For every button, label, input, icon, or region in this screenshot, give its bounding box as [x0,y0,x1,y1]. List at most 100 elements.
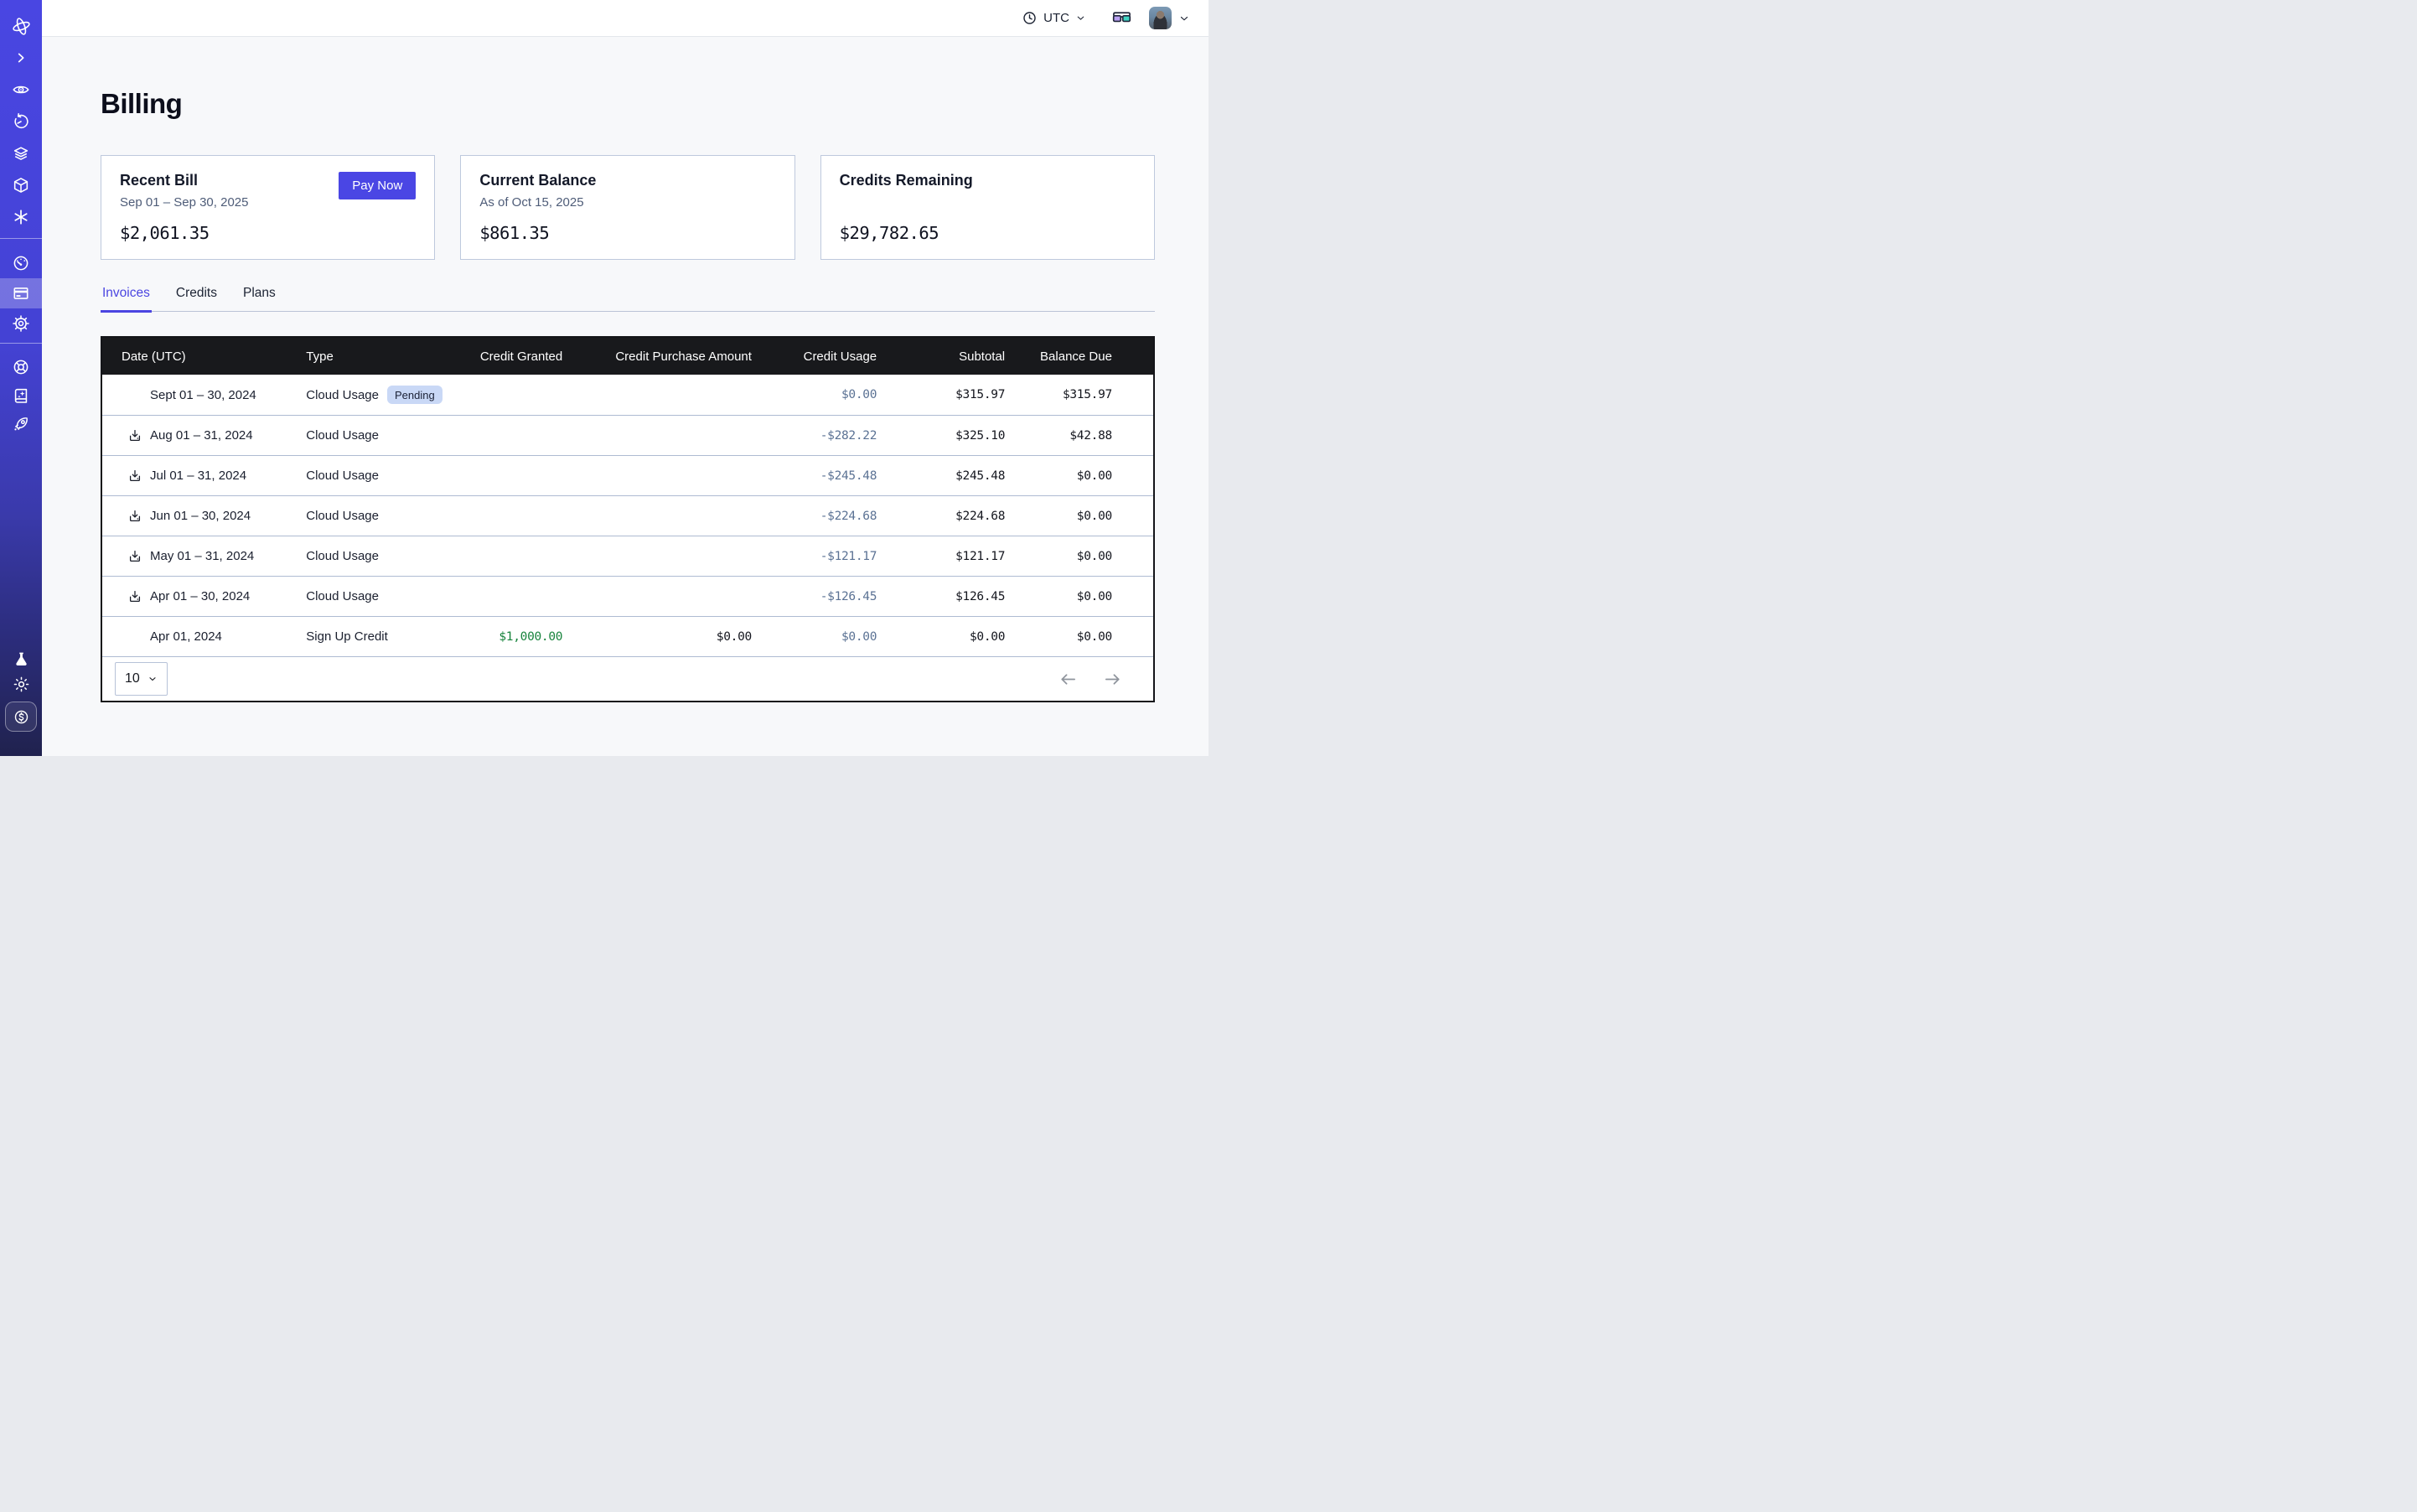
download-invoice-button[interactable] [127,469,142,484]
sidebar-item-asterisk[interactable] [0,201,42,233]
download-invoice-button[interactable] [127,589,142,604]
credit-usage-value: $0.00 [752,630,877,644]
credit-usage-value: -$121.17 [752,550,877,563]
invoice-period: Aug 01 – 31, 2024 [150,428,253,443]
balance-due-value: $0.00 [1005,469,1153,483]
date-icon-spacer [127,387,142,402]
column-header-balance-due: Balance Due [1005,350,1153,364]
invoice-period: Jul 01 – 31, 2024 [150,469,246,483]
box-icon [12,176,30,194]
subtotal-value: $325.10 [877,429,1005,443]
sidebar-item-labs[interactable] [0,646,42,671]
invoice-type: Cloud Usage [306,549,379,563]
credits-sub-placeholder [840,195,1136,210]
download-invoice-button[interactable] [127,549,142,564]
main-content: Billing Recent Bill Sep 01 – Sep 30, 202… [42,37,1208,756]
sun-icon [13,676,30,693]
invoice-type: Cloud Usage [306,469,379,483]
sidebar-item-credits[interactable] [5,702,37,732]
timezone-label: UTC [1043,11,1069,25]
pay-now-button[interactable]: Pay Now [339,172,416,199]
sidebar-item-support[interactable] [0,353,42,381]
chevron-down-icon [1075,13,1086,23]
sidebar-item-billing[interactable] [0,278,42,308]
next-page-button[interactable] [1103,670,1122,689]
credit-usage-value: -$224.68 [752,510,877,523]
credit-granted-value: $1,000.00 [453,630,562,644]
previous-page-button[interactable] [1058,670,1078,689]
download-invoice-button[interactable] [127,428,142,443]
gear-icon [12,314,30,333]
invoice-period: Apr 01 – 30, 2024 [150,589,250,603]
sidebar-item-quickstart[interactable] [0,410,42,438]
arrow-left-icon [1058,670,1078,689]
sidebar-divider [0,343,42,344]
card-title: Credits Remaining [840,172,1136,189]
invoice-period: Sept 01 – 30, 2024 [150,388,256,402]
table-header: Date (UTC) Type Credit Granted Credit Pu… [102,338,1153,375]
page-size-select[interactable]: 10 [115,662,168,696]
layers-icon [12,144,30,163]
credit-usage-value: -$282.22 [752,429,877,443]
invoice-period: Apr 01, 2024 [150,629,222,644]
subtotal-value: $245.48 [877,469,1005,483]
table-row: May 01 – 31, 2024 Cloud Usage -$121.17 $… [102,536,1153,576]
credits-remaining-card: Credits Remaining $29,782.65 [820,155,1155,260]
billing-page: UTC Billing Recent Bill Sep 01 – [0,0,1208,756]
page-size-value: 10 [125,671,140,686]
credit-purchase-value: $0.00 [562,630,752,644]
sidebar-item-collapse[interactable] [0,42,42,74]
chevron-down-icon [148,674,158,684]
sidebar-item-observability[interactable] [0,74,42,106]
sidebar-item-history[interactable] [0,106,42,137]
glasses-icon [1111,8,1132,28]
column-header-type: Type [306,350,453,364]
card-title: Current Balance [479,172,775,189]
sidebar-item-usage-dashboard[interactable] [0,248,42,278]
page-title: Billing [101,87,1155,121]
rocket-icon [12,415,30,433]
billing-tabs: Invoices Credits Plans [101,286,1155,312]
sidebar-item-docs[interactable] [0,381,42,410]
invoices-table: Date (UTC) Type Credit Granted Credit Pu… [101,336,1155,702]
eye-icon [12,80,30,99]
sidebar-item-theme[interactable] [0,671,42,696]
sidebar-item-logo[interactable] [0,10,42,42]
reader-mode-button[interactable] [1111,8,1132,28]
current-balance-card: Current Balance As of Oct 15, 2025 $861.… [460,155,794,260]
sidebar-item-settings[interactable] [0,308,42,339]
book-sparkle-icon [12,386,30,405]
invoice-period: May 01 – 31, 2024 [150,549,254,563]
table-row: Apr 01 – 30, 2024 Cloud Usage -$126.45 $… [102,576,1153,616]
table-footer: 10 [102,656,1153,701]
chevron-down-icon [1178,13,1190,24]
gauge-icon [12,254,30,272]
asterisk-icon [12,208,30,226]
recent-bill-amount: $2,061.35 [120,223,416,243]
orbit-logo-icon [11,16,32,37]
download-invoice-button[interactable] [127,509,142,524]
subtotal-value: $126.45 [877,590,1005,603]
timer-icon [12,112,30,131]
balance-due-value: $0.00 [1005,630,1153,644]
tab-invoices[interactable]: Invoices [101,286,152,313]
subtotal-value: $315.97 [877,388,1005,401]
chevron-right-icon [13,49,29,66]
avatar[interactable] [1149,7,1172,29]
topbar: UTC [42,0,1208,37]
tab-credits[interactable]: Credits [174,286,219,313]
credit-usage-value: -$245.48 [752,469,877,483]
tab-plans[interactable]: Plans [241,286,277,313]
timezone-selector[interactable]: UTC [1022,10,1086,26]
sidebar [0,0,42,756]
column-header-credit-usage: Credit Usage [752,350,877,364]
download-icon [127,589,142,604]
invoice-type: Cloud Usage [306,428,379,443]
credit-usage-value: $0.00 [752,388,877,401]
current-balance-amount: $861.35 [479,223,775,243]
column-header-credit-granted: Credit Granted [453,350,562,364]
balance-due-value: $0.00 [1005,590,1153,603]
sidebar-item-package[interactable] [0,169,42,201]
account-menu-button[interactable] [1178,13,1190,24]
sidebar-item-layers[interactable] [0,137,42,169]
